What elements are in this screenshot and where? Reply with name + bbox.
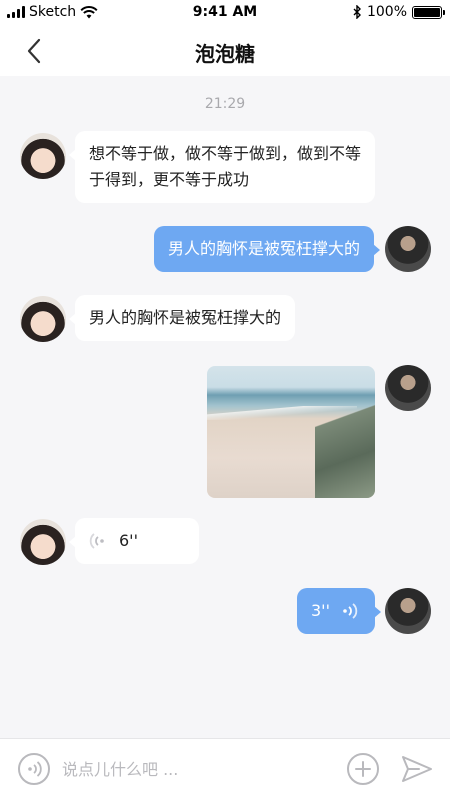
- incoming-message[interactable]: 想不等于做，做不等于做到，做到不等于得到，更不等于成功: [69, 131, 375, 203]
- voice-duration: 6'': [119, 531, 138, 550]
- user-avatar[interactable]: [385, 226, 431, 272]
- message-input[interactable]: [62, 755, 332, 783]
- voice-wave-icon: [89, 533, 104, 549]
- voice-input-button[interactable]: [18, 753, 50, 785]
- nav-bar: 泡泡糖: [0, 26, 450, 76]
- voice-icon: [28, 761, 42, 777]
- battery-icon: [412, 5, 445, 19]
- contact-avatar[interactable]: [20, 133, 66, 179]
- plus-icon: [355, 761, 371, 777]
- incoming-message[interactable]: 男人的胸怀是被冤枉撑大的: [68, 295, 296, 341]
- contact-avatar[interactable]: [20, 519, 66, 565]
- user-avatar[interactable]: [385, 588, 431, 634]
- send-button[interactable]: [400, 753, 434, 785]
- incoming-voice-message[interactable]: 6'': [69, 518, 199, 564]
- message-list[interactable]: 21:29 想不等于做，做不等于做到，做到不等于得到，更不等于成功 男人的胸怀是…: [0, 76, 450, 738]
- bluetooth-icon: [353, 5, 361, 19]
- user-avatar[interactable]: [385, 365, 431, 411]
- contact-avatar[interactable]: [20, 296, 66, 342]
- outgoing-message[interactable]: 男人的胸怀是被冤枉撑大的: [153, 226, 381, 272]
- chat-screen: Sketch 9:41 AM 100% 泡泡糖 21:29 想不等于做，做不等于…: [0, 0, 450, 800]
- voice-wave-icon: [343, 603, 358, 619]
- message-timestamp: 21:29: [204, 96, 246, 112]
- input-bar: [0, 738, 450, 800]
- voice-duration: 3'': [311, 601, 330, 620]
- outgoing-voice-message[interactable]: 3'': [297, 588, 381, 634]
- status-bar: Sketch 9:41 AM 100%: [0, 0, 450, 26]
- outgoing-image-message[interactable]: [207, 366, 375, 498]
- add-attachment-button[interactable]: [347, 753, 379, 785]
- send-icon: [402, 756, 432, 782]
- status-right: 100%: [353, 4, 445, 20]
- page-title: 泡泡糖: [195, 42, 255, 66]
- battery-label: 100%: [366, 4, 407, 20]
